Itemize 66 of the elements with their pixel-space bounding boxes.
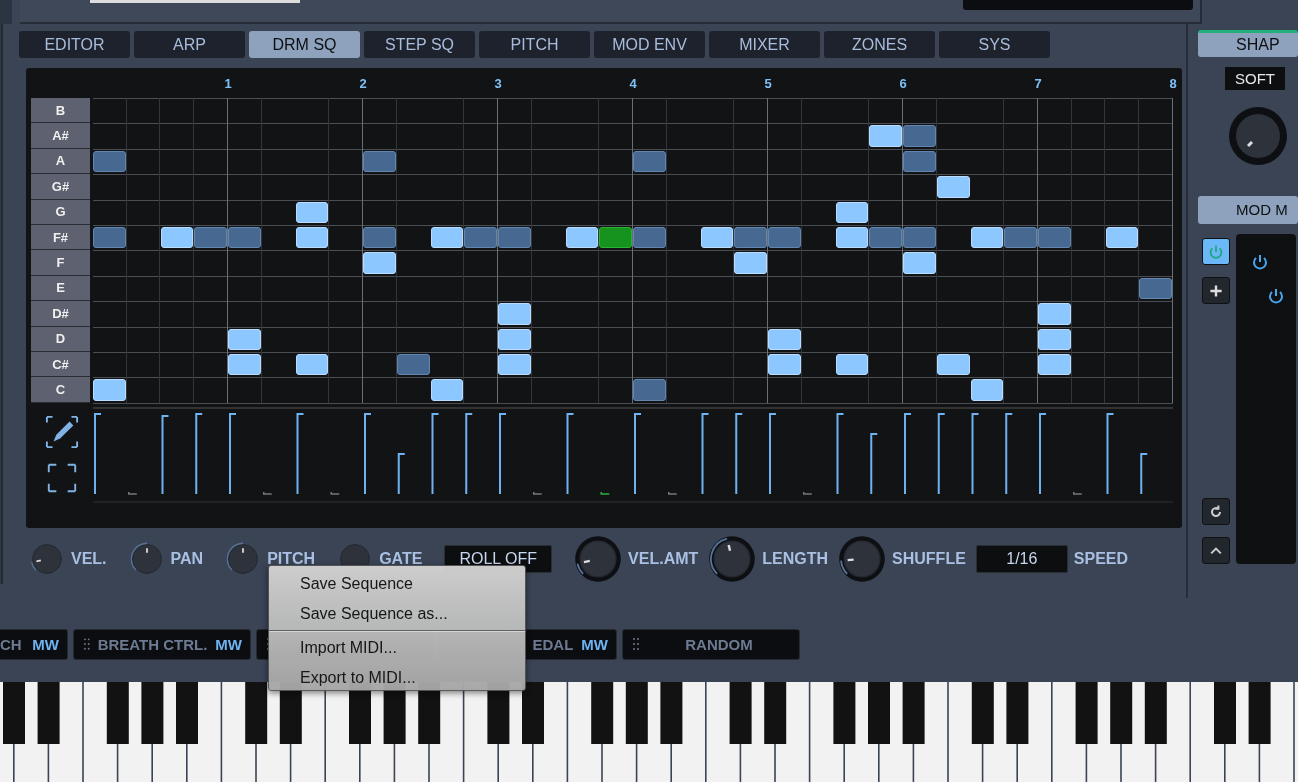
tab[interactable]: MOD ENV bbox=[594, 31, 705, 58]
plus-icon bbox=[1208, 282, 1224, 299]
bar-number: 1 bbox=[224, 76, 232, 91]
note-label: D bbox=[31, 326, 90, 352]
knob[interactable] bbox=[708, 535, 757, 583]
value-field[interactable]: 1/16 bbox=[975, 545, 1068, 573]
tab[interactable]: ZONES bbox=[824, 31, 935, 58]
modulation-slot[interactable]: BREATH CTRL. MW bbox=[73, 628, 251, 660]
add-button[interactable] bbox=[1202, 277, 1230, 304]
up-button[interactable] bbox=[1202, 537, 1230, 564]
slot-label: RANDOM bbox=[684, 635, 754, 653]
tab[interactable]: SHAP bbox=[1198, 30, 1298, 57]
knob-label: GATE bbox=[379, 550, 423, 568]
refresh-icon bbox=[1208, 503, 1224, 520]
note-label: B bbox=[31, 98, 90, 124]
modulation-slot[interactable]: CH MW bbox=[0, 628, 68, 660]
menu-item[interactable]: Save Sequence as... bbox=[269, 599, 525, 629]
slot-tag: MW bbox=[581, 635, 608, 653]
bar-number: 6 bbox=[899, 76, 907, 91]
menu-item[interactable]: Export to MIDI... bbox=[269, 663, 525, 693]
grip-icon[interactable] bbox=[84, 638, 90, 650]
grip-icon[interactable] bbox=[633, 638, 639, 650]
power-button[interactable] bbox=[1202, 238, 1230, 265]
bar-number: 3 bbox=[494, 76, 502, 91]
note-label: A# bbox=[31, 123, 90, 149]
note-label: F# bbox=[31, 224, 90, 251]
bar-number: 2 bbox=[359, 76, 367, 91]
note-label: G# bbox=[31, 174, 90, 200]
tab[interactable]: STEP SQ bbox=[364, 31, 475, 58]
note-label: D# bbox=[31, 301, 90, 327]
slot-label: BREATH CTRL. bbox=[97, 635, 208, 653]
bar-number: 7 bbox=[1034, 76, 1042, 91]
power-icon[interactable] bbox=[1250, 252, 1270, 272]
slot-tag: MW bbox=[32, 635, 59, 653]
bar-number: 4 bbox=[629, 76, 637, 91]
knob-label: SHUFFLE bbox=[892, 550, 966, 568]
bar-number: 8 bbox=[1169, 76, 1177, 91]
panel-header: MOD M bbox=[1198, 196, 1298, 224]
note-label: C bbox=[31, 377, 90, 403]
note-step[interactable] bbox=[599, 226, 632, 249]
note-label: G bbox=[31, 199, 90, 225]
knob-label: VEL. bbox=[71, 550, 107, 568]
note-label: A bbox=[31, 148, 90, 175]
tab[interactable]: SYS bbox=[939, 31, 1050, 58]
tab[interactable]: PITCH bbox=[479, 31, 590, 58]
slot-tag: MW bbox=[215, 635, 242, 653]
pencil-icon[interactable] bbox=[45, 414, 79, 449]
tab[interactable]: DRM SQ bbox=[249, 31, 360, 58]
knob-label: LENGTH bbox=[762, 550, 829, 568]
slot-label: CH bbox=[0, 635, 23, 653]
tab[interactable]: ARP bbox=[134, 31, 245, 58]
knob-label: VEL.AMT bbox=[628, 550, 699, 568]
refresh-button[interactable] bbox=[1202, 498, 1230, 525]
note-label: C# bbox=[31, 351, 90, 378]
knob-label: PITCH bbox=[267, 550, 316, 568]
velocity-lanes-drawing[interactable] bbox=[93, 405, 1173, 504]
tab[interactable]: MIXER bbox=[709, 31, 820, 58]
power-icon[interactable] bbox=[1266, 286, 1286, 306]
bar-number: 5 bbox=[764, 76, 772, 91]
note-label: F bbox=[31, 250, 90, 276]
modulation-slot[interactable]: RANDOM bbox=[622, 628, 800, 660]
field-label: SPEED bbox=[1073, 550, 1129, 568]
knob-label: PAN bbox=[170, 550, 204, 568]
note-label: E bbox=[31, 275, 90, 302]
tab[interactable]: EDITOR bbox=[19, 31, 130, 58]
mode-field[interactable]: SOFT bbox=[1225, 67, 1285, 90]
